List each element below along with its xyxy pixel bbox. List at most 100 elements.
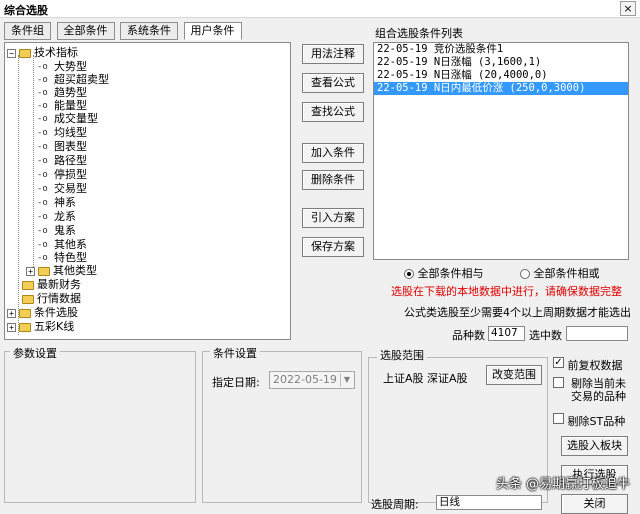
formula-leaf-icon: -o xyxy=(37,169,48,180)
tree-leaf-label: 神系 xyxy=(54,196,76,209)
folder-icon xyxy=(19,308,31,318)
formula-leaf-icon: -o xyxy=(37,87,48,98)
radio-unselected-icon xyxy=(520,269,530,279)
select-into-block-button[interactable]: 选股入板块 xyxy=(561,436,628,456)
folder-icon xyxy=(22,280,34,290)
formula-leaf-icon: -o xyxy=(37,225,48,236)
expand-icon[interactable]: + xyxy=(26,266,35,276)
expand-icon[interactable]: + xyxy=(7,322,16,332)
tree-node-label: 其他类型 xyxy=(53,264,97,277)
formula-leaf-icon: -o xyxy=(37,113,48,124)
and-all-radio[interactable]: 全部条件相与 xyxy=(404,265,484,281)
tree-leaf[interactable]: -o 大势型 xyxy=(37,60,87,73)
and-all-label: 全部条件相与 xyxy=(417,267,484,280)
tree-leaf-label: 特色型 xyxy=(54,251,87,264)
or-all-label: 全部条件相或 xyxy=(533,267,600,280)
tree-leaf-label: 大势型 xyxy=(54,60,87,73)
tree-leaf[interactable]: -o 其他系 xyxy=(37,238,87,251)
tab-condition-group[interactable]: 条件组 xyxy=(4,22,51,40)
save-plan-button[interactable]: 保存方案 xyxy=(302,237,364,257)
folder-icon xyxy=(22,294,34,304)
period-select[interactable]: 日线 xyxy=(436,495,542,510)
tree-node-market-data[interactable]: 行情数据 xyxy=(22,292,81,305)
delete-condition-button[interactable]: 删除条件 xyxy=(302,170,364,190)
tree-leaf-label: 能量型 xyxy=(54,99,87,112)
tree-node-label: 五彩K线 xyxy=(34,320,75,333)
condition-list-item[interactable]: 22-05-19 N日涨幅 (3,1600,1) xyxy=(374,56,628,69)
tree-node-other-types[interactable]: + 其他类型 xyxy=(26,264,97,277)
expand-icon[interactable]: + xyxy=(7,308,16,318)
tree-node-label: 最新财务 xyxy=(37,278,81,291)
or-all-radio[interactable]: 全部条件相或 xyxy=(520,265,600,281)
tree-leaf[interactable]: -o 趋势型 xyxy=(37,86,87,99)
close-button[interactable]: 关闭 xyxy=(561,494,628,514)
indicator-tree[interactable]: − 技术指标 -o 大势型 -o 超买超卖型 -o 趋势型 -o 能量型 -o 成交量型 -… xyxy=(4,42,291,340)
formula-leaf-icon: -o xyxy=(37,141,48,152)
checkbox-unchecked-icon xyxy=(553,413,564,424)
dropdown-arrow-icon[interactable]: ▼ xyxy=(340,373,353,387)
exclude-no-trade-line1: 剔除当前未 xyxy=(571,377,626,390)
params-group xyxy=(4,351,196,503)
date-picker[interactable]: 2022-05-19 ▼ xyxy=(269,371,355,389)
tree-node-condition-selection[interactable]: + 条件选股 xyxy=(7,306,78,319)
tree-leaf-label: 成交量型 xyxy=(54,112,98,125)
tree-node-colored-kline[interactable]: + 五彩K线 xyxy=(7,320,74,333)
tree-node-label: 技术指标 xyxy=(34,46,78,59)
find-formula-button[interactable]: 查找公式 xyxy=(302,102,364,122)
condition-list-item-selected[interactable]: 22-05-19 N日内最低价涨 (250,0,3000) xyxy=(374,82,628,95)
tree-leaf-label: 其他系 xyxy=(54,238,87,251)
prev-rights-label: 前复权数据 xyxy=(567,359,623,372)
tree-leaf-label: 停损型 xyxy=(54,168,87,181)
add-condition-button[interactable]: 加入条件 xyxy=(302,143,364,163)
tree-leaf[interactable]: -o 龙系 xyxy=(37,210,76,223)
tree-leaf[interactable]: -o 超买超卖型 xyxy=(37,73,109,86)
tree-leaf-label: 交易型 xyxy=(54,182,87,195)
prev-rights-checkbox[interactable]: ✓ 前复权数据 xyxy=(553,357,623,373)
radio-selected-icon xyxy=(404,269,414,279)
tree-leaf[interactable]: -o 交易型 xyxy=(37,182,87,195)
folder-icon xyxy=(19,322,31,332)
formula-leaf-icon: -o xyxy=(37,183,48,194)
tree-node-label: 条件选股 xyxy=(34,306,78,319)
window-title: 综合选股 xyxy=(4,4,48,17)
tree-leaf[interactable]: -o 成交量型 xyxy=(37,112,98,125)
formula-leaf-icon: -o xyxy=(37,61,48,72)
tree-leaf[interactable]: -o 特色型 xyxy=(37,251,87,264)
tree-leaf-label: 龙系 xyxy=(54,210,76,223)
local-data-warning: 选股在下载的本地数据中进行，请确保数据完整 xyxy=(391,285,622,298)
usage-note-button[interactable]: 用法注释 xyxy=(302,44,364,64)
tree-leaf[interactable]: -o 停损型 xyxy=(37,168,87,181)
stock-count-label: 品种数 xyxy=(452,329,485,342)
tree-leaf[interactable]: -o 能量型 xyxy=(37,99,87,112)
condition-list-item[interactable]: 22-05-19 N日涨幅 (20,4000,0) xyxy=(374,69,628,82)
tree-node-latest-finance[interactable]: 最新财务 xyxy=(22,278,81,291)
exclude-no-trade-checkbox[interactable] xyxy=(553,377,564,390)
selected-count-value xyxy=(566,326,628,341)
watermark-text: 头条 @易期赢打板追牛 xyxy=(495,477,630,492)
tree-leaf-label: 图表型 xyxy=(54,140,87,153)
condition-list[interactable]: 22-05-19 竞价选股条件1 22-05-19 N日涨幅 (3,1600,1… xyxy=(373,42,629,260)
stock-count-value: 4107 xyxy=(488,326,525,341)
tree-leaf-label: 超买超卖型 xyxy=(54,73,109,86)
tree-leaf[interactable]: -o 图表型 xyxy=(37,140,87,153)
tab-user-conditions[interactable]: 用户条件 xyxy=(183,22,242,40)
change-range-button[interactable]: 改变范围 xyxy=(486,365,542,385)
exclude-st-checkbox[interactable]: 剔除ST品种 xyxy=(553,413,625,429)
tree-node-technical[interactable]: − 技术指标 xyxy=(7,46,78,59)
condition-list-item[interactable]: 22-05-19 竞价选股条件1 xyxy=(374,43,628,56)
collapse-icon[interactable]: − xyxy=(7,48,16,58)
formula-leaf-icon: -o xyxy=(37,74,48,85)
tree-leaf[interactable]: -o 路径型 xyxy=(37,154,87,167)
tree-leaf[interactable]: -o 神系 xyxy=(37,196,76,209)
exclude-no-trade-line2: 交易的品种 xyxy=(571,390,626,403)
import-plan-button[interactable]: 引入方案 xyxy=(302,208,364,228)
view-formula-button[interactable]: 查看公式 xyxy=(302,73,364,93)
condition-tabs: 条件组 全部条件 系统条件 用户条件 xyxy=(4,22,244,42)
condition-list-title: 组合选股条件列表 xyxy=(375,27,463,40)
tab-system-conditions[interactable]: 系统条件 xyxy=(120,22,178,40)
tree-leaf[interactable]: -o 均线型 xyxy=(37,126,87,139)
close-window-button[interactable]: × xyxy=(620,1,636,16)
tab-all-conditions[interactable]: 全部条件 xyxy=(56,22,115,40)
exclude-no-trade-label: 剔除当前未 交易的品种 xyxy=(571,377,626,403)
tree-leaf[interactable]: -o 鬼系 xyxy=(37,224,76,237)
